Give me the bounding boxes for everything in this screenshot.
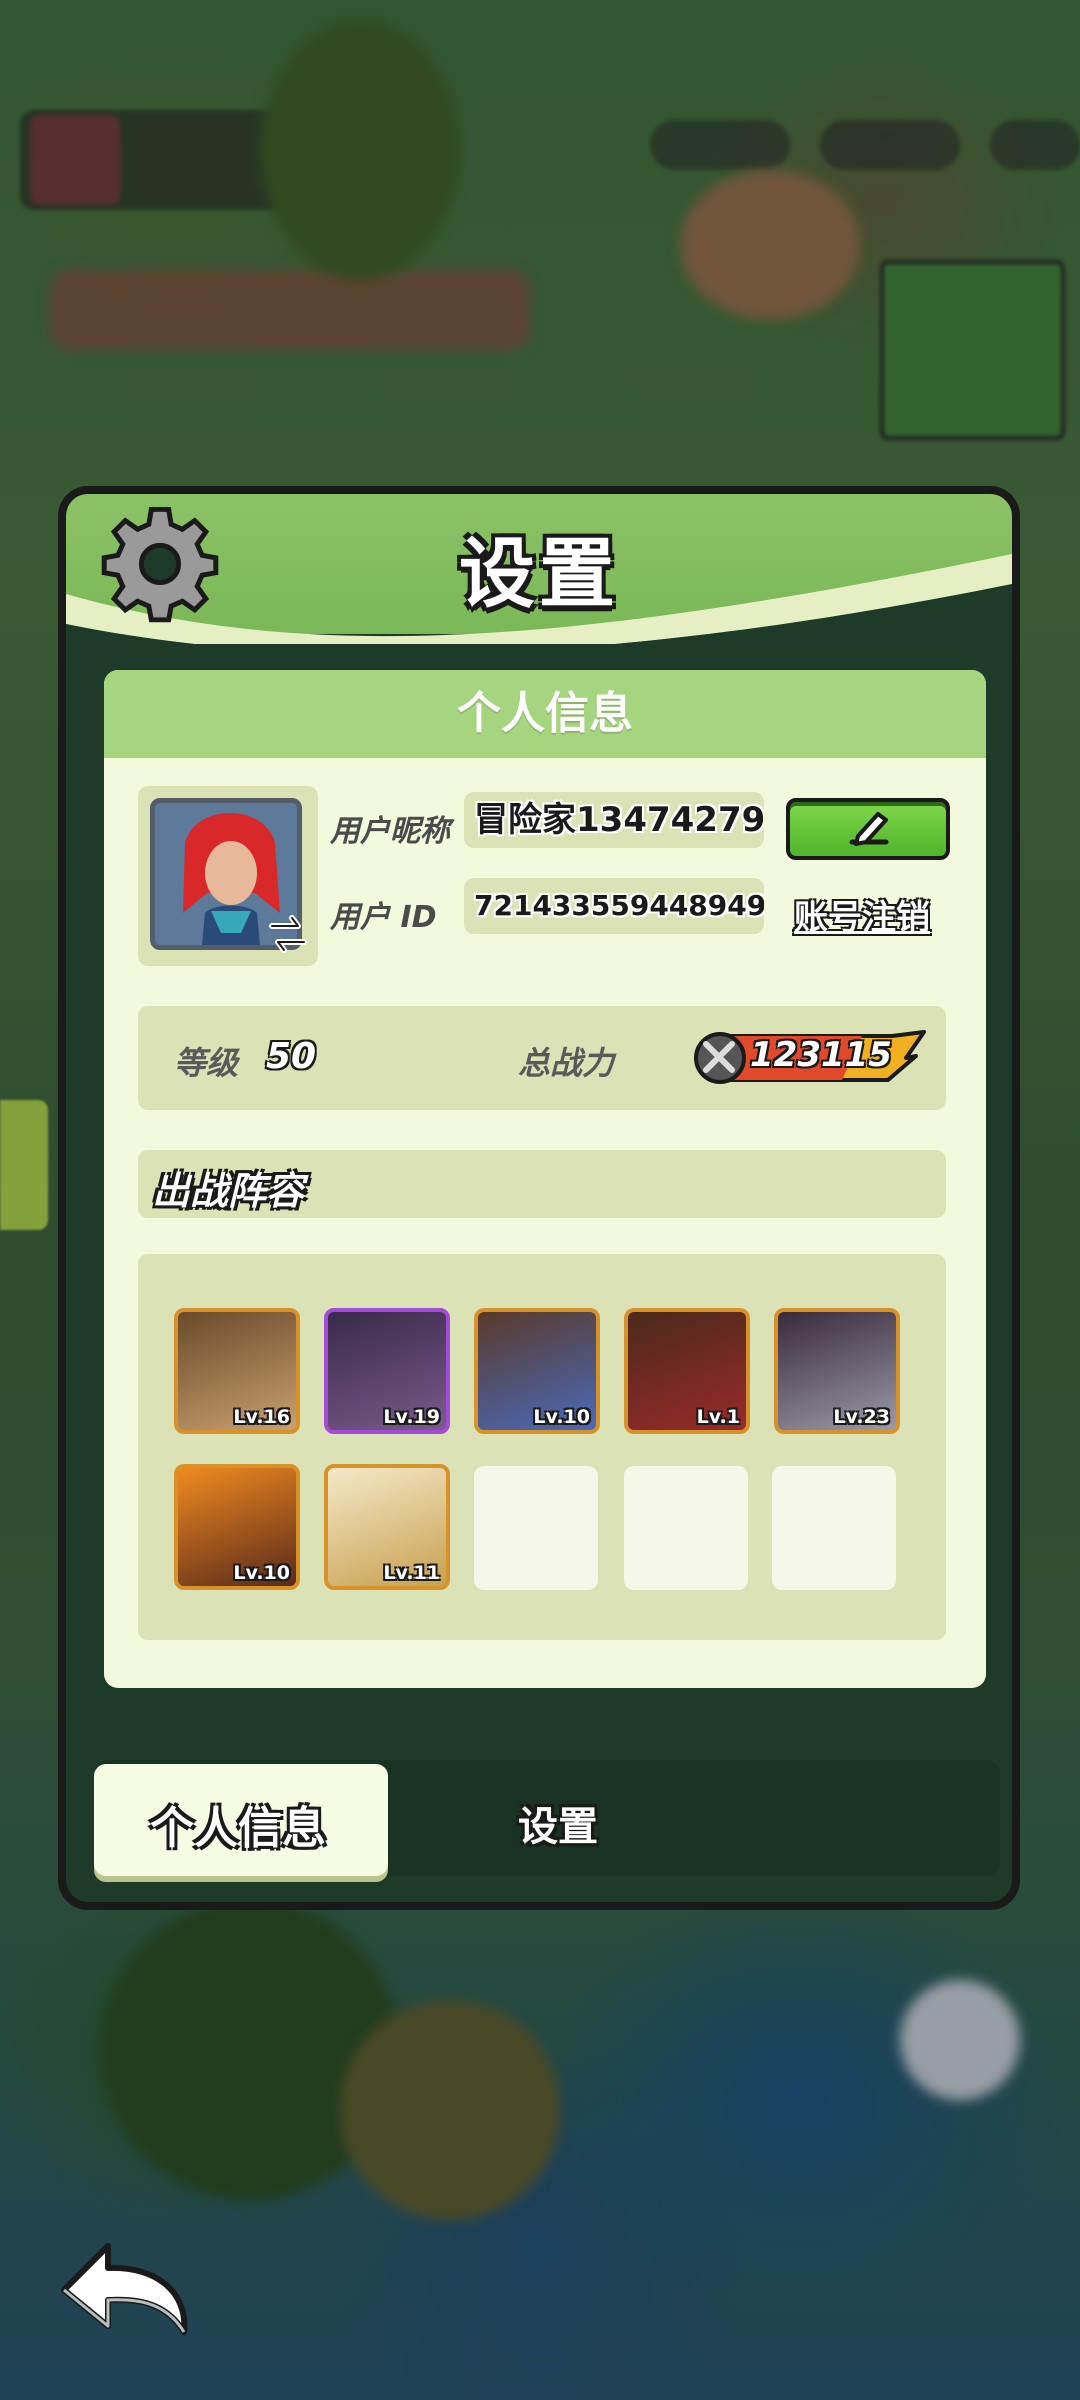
lineup-title: 出战阵容: [152, 1169, 305, 1213]
lineup-grid: Lv.16 Lv.19 Lv.10 Lv.1 Lv.23 Lv.10 Lv.11: [138, 1254, 946, 1640]
personal-info-card: 个人信息 用户昵称 冒险家13474279 用户 ID 721433559448…: [104, 670, 986, 1688]
hero-slot-2[interactable]: Lv.19: [324, 1308, 450, 1434]
cancel-account-link[interactable]: 账号注销: [794, 890, 930, 939]
hero-level: Lv.19: [383, 1406, 440, 1428]
power-value: 123115: [750, 1035, 892, 1075]
level-label: 等级: [174, 1044, 239, 1082]
nickname-field: 冒险家13474279: [464, 792, 764, 848]
avatar-frame[interactable]: [138, 786, 318, 966]
hero-slot-3[interactable]: Lv.10: [474, 1308, 600, 1434]
lineup-header: 出战阵容: [138, 1150, 946, 1218]
hero-level: Lv.10: [233, 1562, 290, 1584]
nickname-label: 用户昵称: [330, 814, 450, 849]
hero-level: Lv.11: [383, 1562, 440, 1584]
hero-level: Lv.23: [833, 1406, 890, 1428]
empty-slot[interactable]: [474, 1466, 598, 1590]
hero-level: Lv.16: [233, 1406, 290, 1428]
settings-panel: 设置 个人信息 用户昵称 冒险家13474279 用户 ID 721433559…: [58, 486, 1020, 1910]
user-id-label: 用户 ID: [330, 900, 437, 935]
tab-personal-info[interactable]: 个人信息: [94, 1764, 388, 1876]
hero-slot-6[interactable]: Lv.10: [174, 1464, 300, 1590]
hero-slot-4[interactable]: Lv.1: [624, 1308, 750, 1434]
panel-title: 设置: [459, 529, 619, 618]
stats-bar: 等级 50 总战力 123115: [138, 1006, 946, 1110]
edit-nickname-button[interactable]: [786, 798, 950, 860]
empty-slot[interactable]: [772, 1466, 896, 1590]
hero-slot-5[interactable]: Lv.23: [774, 1308, 900, 1434]
hero-level: Lv.10: [533, 1406, 590, 1428]
card-header: 个人信息: [104, 670, 986, 758]
hero-slot-7[interactable]: Lv.11: [324, 1464, 450, 1590]
swap-avatar-icon[interactable]: [266, 912, 310, 956]
empty-slot[interactable]: [624, 1466, 748, 1590]
pencil-icon: [849, 812, 889, 846]
user-id-field: 72143355944894976: [464, 878, 764, 934]
back-arrow-icon[interactable]: [56, 2236, 196, 2340]
hero-slot-1[interactable]: Lv.16: [174, 1308, 300, 1434]
tab-settings[interactable]: 设置: [518, 1794, 598, 1852]
power-label: 总战力: [518, 1044, 615, 1082]
hero-level: Lv.1: [696, 1406, 740, 1428]
level-value: 50: [266, 1036, 317, 1077]
tab-personal-info-label: 个人信息: [150, 1803, 326, 1854]
